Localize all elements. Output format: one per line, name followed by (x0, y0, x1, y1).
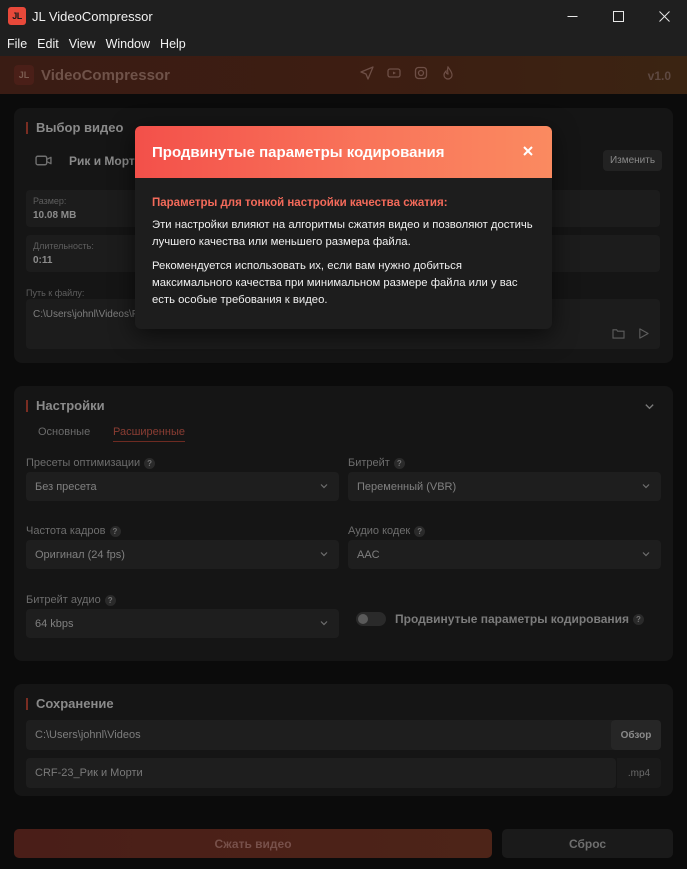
chevron-down-icon (320, 621, 328, 626)
presets-label-text: Пресеты оптимизации (26, 457, 141, 469)
duration-value: 0:11 (33, 255, 53, 266)
audio-codec-value: AAC (357, 548, 380, 561)
bitrate-label-text: Битрейт (348, 457, 390, 469)
video-file-name: Рик и Морти (69, 154, 143, 168)
size-label: Размер: (33, 196, 67, 206)
fps-select[interactable]: Оригинал (24 fps) (26, 540, 339, 569)
chevron-down-icon (320, 484, 328, 489)
close-icon (658, 10, 670, 22)
social-links (360, 66, 455, 80)
advanced-toggle-label: Продвинутые параметры кодирования ? (395, 612, 644, 626)
audio-bitrate-label-text: Битрейт аудио (26, 594, 101, 606)
advanced-toggle[interactable] (356, 612, 386, 626)
modal-title: Продвинутые параметры кодирования (152, 143, 445, 161)
help-icon[interactable]: ? (104, 594, 116, 606)
maximize-icon (612, 10, 624, 22)
menu-help[interactable]: Help (155, 37, 191, 51)
folder-icon[interactable] (612, 328, 625, 339)
chevron-down-icon (320, 552, 328, 557)
modal-subtitle: Параметры для тонкой настройки качества … (152, 197, 448, 209)
chevron-down-icon (642, 484, 650, 489)
menu-edit[interactable]: Edit (32, 37, 64, 51)
header-logo-icon: JL (14, 65, 34, 85)
minimize-icon (567, 15, 577, 17)
presets-select[interactable]: Без пресета (26, 472, 339, 501)
menu-window[interactable]: Window (101, 37, 155, 51)
presets-value: Без пресета (35, 480, 97, 493)
youtube-icon[interactable] (387, 66, 401, 80)
output-folder-value: C:\Users\johnl\Videos (35, 729, 141, 741)
output-folder-input[interactable]: C:\Users\johnl\Videos (26, 720, 616, 750)
help-icon[interactable]: ? (633, 613, 644, 625)
change-video-button[interactable]: Изменить (603, 150, 662, 171)
modal-paragraph-2: Рекомендуется использовать их, если вам … (152, 260, 518, 306)
compress-button[interactable]: Сжать видео (14, 829, 492, 858)
bitrate-label: Битрейт ? (348, 457, 405, 469)
close-window-button[interactable] (641, 0, 687, 32)
file-extension: .mp4 (617, 758, 661, 788)
audio-codec-label-text: Аудио кодек (348, 525, 411, 537)
menu-file[interactable]: File (2, 37, 32, 51)
audio-bitrate-select[interactable]: 64 kbps (26, 609, 339, 638)
version-label: v1.0 (647, 69, 671, 83)
app-window: JL JL VideoCompressor File Edit View Win… (0, 0, 687, 869)
audio-codec-label: Аудио кодек ? (348, 525, 426, 537)
header-title: VideoCompressor (41, 66, 170, 84)
menu-view[interactable]: View (64, 37, 101, 51)
app-header: JL VideoCompressor v1.0 (0, 56, 687, 94)
instagram-icon[interactable] (414, 66, 428, 80)
advanced-toggle-text: Продвинутые параметры кодирования (395, 612, 629, 626)
help-icon[interactable]: ? (109, 525, 121, 537)
play-icon[interactable] (638, 328, 649, 339)
audio-codec-select[interactable]: AAC (348, 540, 661, 569)
fire-icon[interactable] (441, 66, 455, 80)
modal-header: Продвинутые параметры кодирования (135, 126, 552, 178)
menu-bar: File Edit View Window Help (0, 32, 687, 56)
app-logo-icon: JL (8, 7, 26, 25)
video-section-title: Выбор видео (26, 121, 123, 134)
fps-label: Частота кадров ? (26, 525, 121, 537)
chevron-down-icon (642, 552, 650, 557)
audio-bitrate-label: Битрейт аудио ? (26, 594, 116, 606)
help-icon[interactable]: ? (144, 457, 156, 469)
fps-label-text: Частота кадров (26, 525, 106, 537)
bitrate-value: Переменный (VBR) (357, 480, 457, 493)
audio-bitrate-value: 64 kbps (35, 617, 74, 630)
modal-body: Параметры для тонкой настройки качества … (135, 178, 552, 309)
settings-section-title: Настройки (26, 399, 105, 412)
toggle-knob (358, 614, 368, 624)
presets-label: Пресеты оптимизации ? (26, 457, 156, 469)
reset-button[interactable]: Сброс (502, 829, 673, 858)
save-card: Сохранение C:\Users\johnl\Videos Обзор C… (14, 684, 673, 796)
video-camera-icon (35, 155, 52, 166)
chevron-down-icon[interactable] (644, 401, 655, 412)
browse-button[interactable]: Обзор (611, 720, 661, 750)
minimize-button[interactable] (549, 0, 595, 32)
tab-advanced[interactable]: Расширенные (113, 426, 185, 442)
path-value: C:\Users\johnl\Videos\Р (33, 309, 139, 320)
advanced-info-modal: Продвинутые параметры кодирования Параме… (135, 126, 552, 329)
fps-value: Оригинал (24 fps) (35, 548, 125, 561)
output-filename-input[interactable]: CRF-23_Рик и Морти (26, 758, 616, 788)
bitrate-select[interactable]: Переменный (VBR) (348, 472, 661, 501)
save-section-title: Сохранение (26, 697, 114, 710)
title-bar[interactable]: JL JL VideoCompressor (0, 0, 687, 32)
tab-basic[interactable]: Основные (38, 426, 90, 438)
close-icon[interactable] (522, 145, 534, 157)
duration-label: Длительность: (33, 241, 94, 251)
maximize-button[interactable] (595, 0, 641, 32)
send-icon[interactable] (360, 66, 374, 80)
path-label: Путь к файлу: (26, 288, 85, 298)
help-icon[interactable]: ? (393, 457, 405, 469)
modal-paragraph-1: Эти настройки влияют на алгоритмы сжатия… (152, 219, 533, 248)
window-title: JL VideoCompressor (32, 8, 153, 24)
settings-card: Настройки Основные Расширенные Пресеты о… (14, 386, 673, 661)
output-filename-value: CRF-23_Рик и Морти (35, 767, 143, 779)
window-controls (549, 0, 687, 32)
size-value: 10.08 MB (33, 210, 77, 221)
help-icon[interactable]: ? (414, 525, 426, 537)
